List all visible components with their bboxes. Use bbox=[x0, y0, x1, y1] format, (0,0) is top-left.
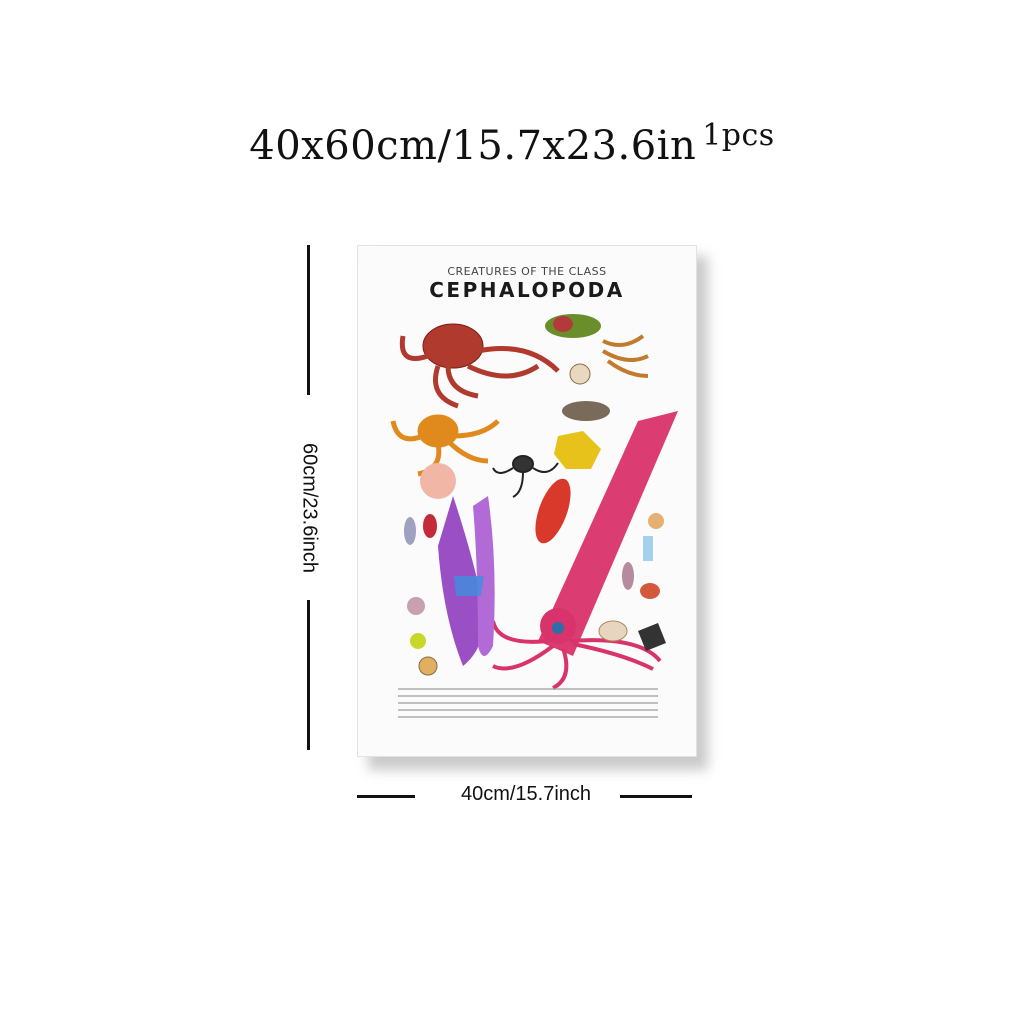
yellow-octopus-drawing bbox=[554, 431, 601, 469]
red-octopus-drawing bbox=[399, 323, 560, 409]
poster: CREATURES OF THE CLASS CEPHALOPODA bbox=[357, 245, 697, 757]
striped-octopus-drawing bbox=[601, 334, 649, 378]
height-dimension-line-bottom bbox=[307, 600, 310, 750]
width-label: 40cm/15.7inch bbox=[460, 783, 592, 805]
poster-caption-text bbox=[398, 688, 658, 723]
quantity-text: 1pcs bbox=[702, 118, 775, 153]
nautilus-shell-drawing bbox=[569, 363, 591, 385]
purple-squid-drawing bbox=[438, 496, 495, 666]
height-label: 60cm/23.6inch bbox=[298, 442, 321, 574]
cephalopod-illustration bbox=[390, 314, 678, 690]
size-text: 40x60cm/15.7x23.6in bbox=[249, 123, 697, 169]
pink-dumbo-drawing bbox=[420, 463, 456, 499]
height-dimension-line-top bbox=[307, 245, 310, 395]
product-size-title: 40x60cm/15.7x23.6in 1pcs bbox=[0, 118, 1024, 169]
red-squid-drawing bbox=[535, 478, 571, 544]
